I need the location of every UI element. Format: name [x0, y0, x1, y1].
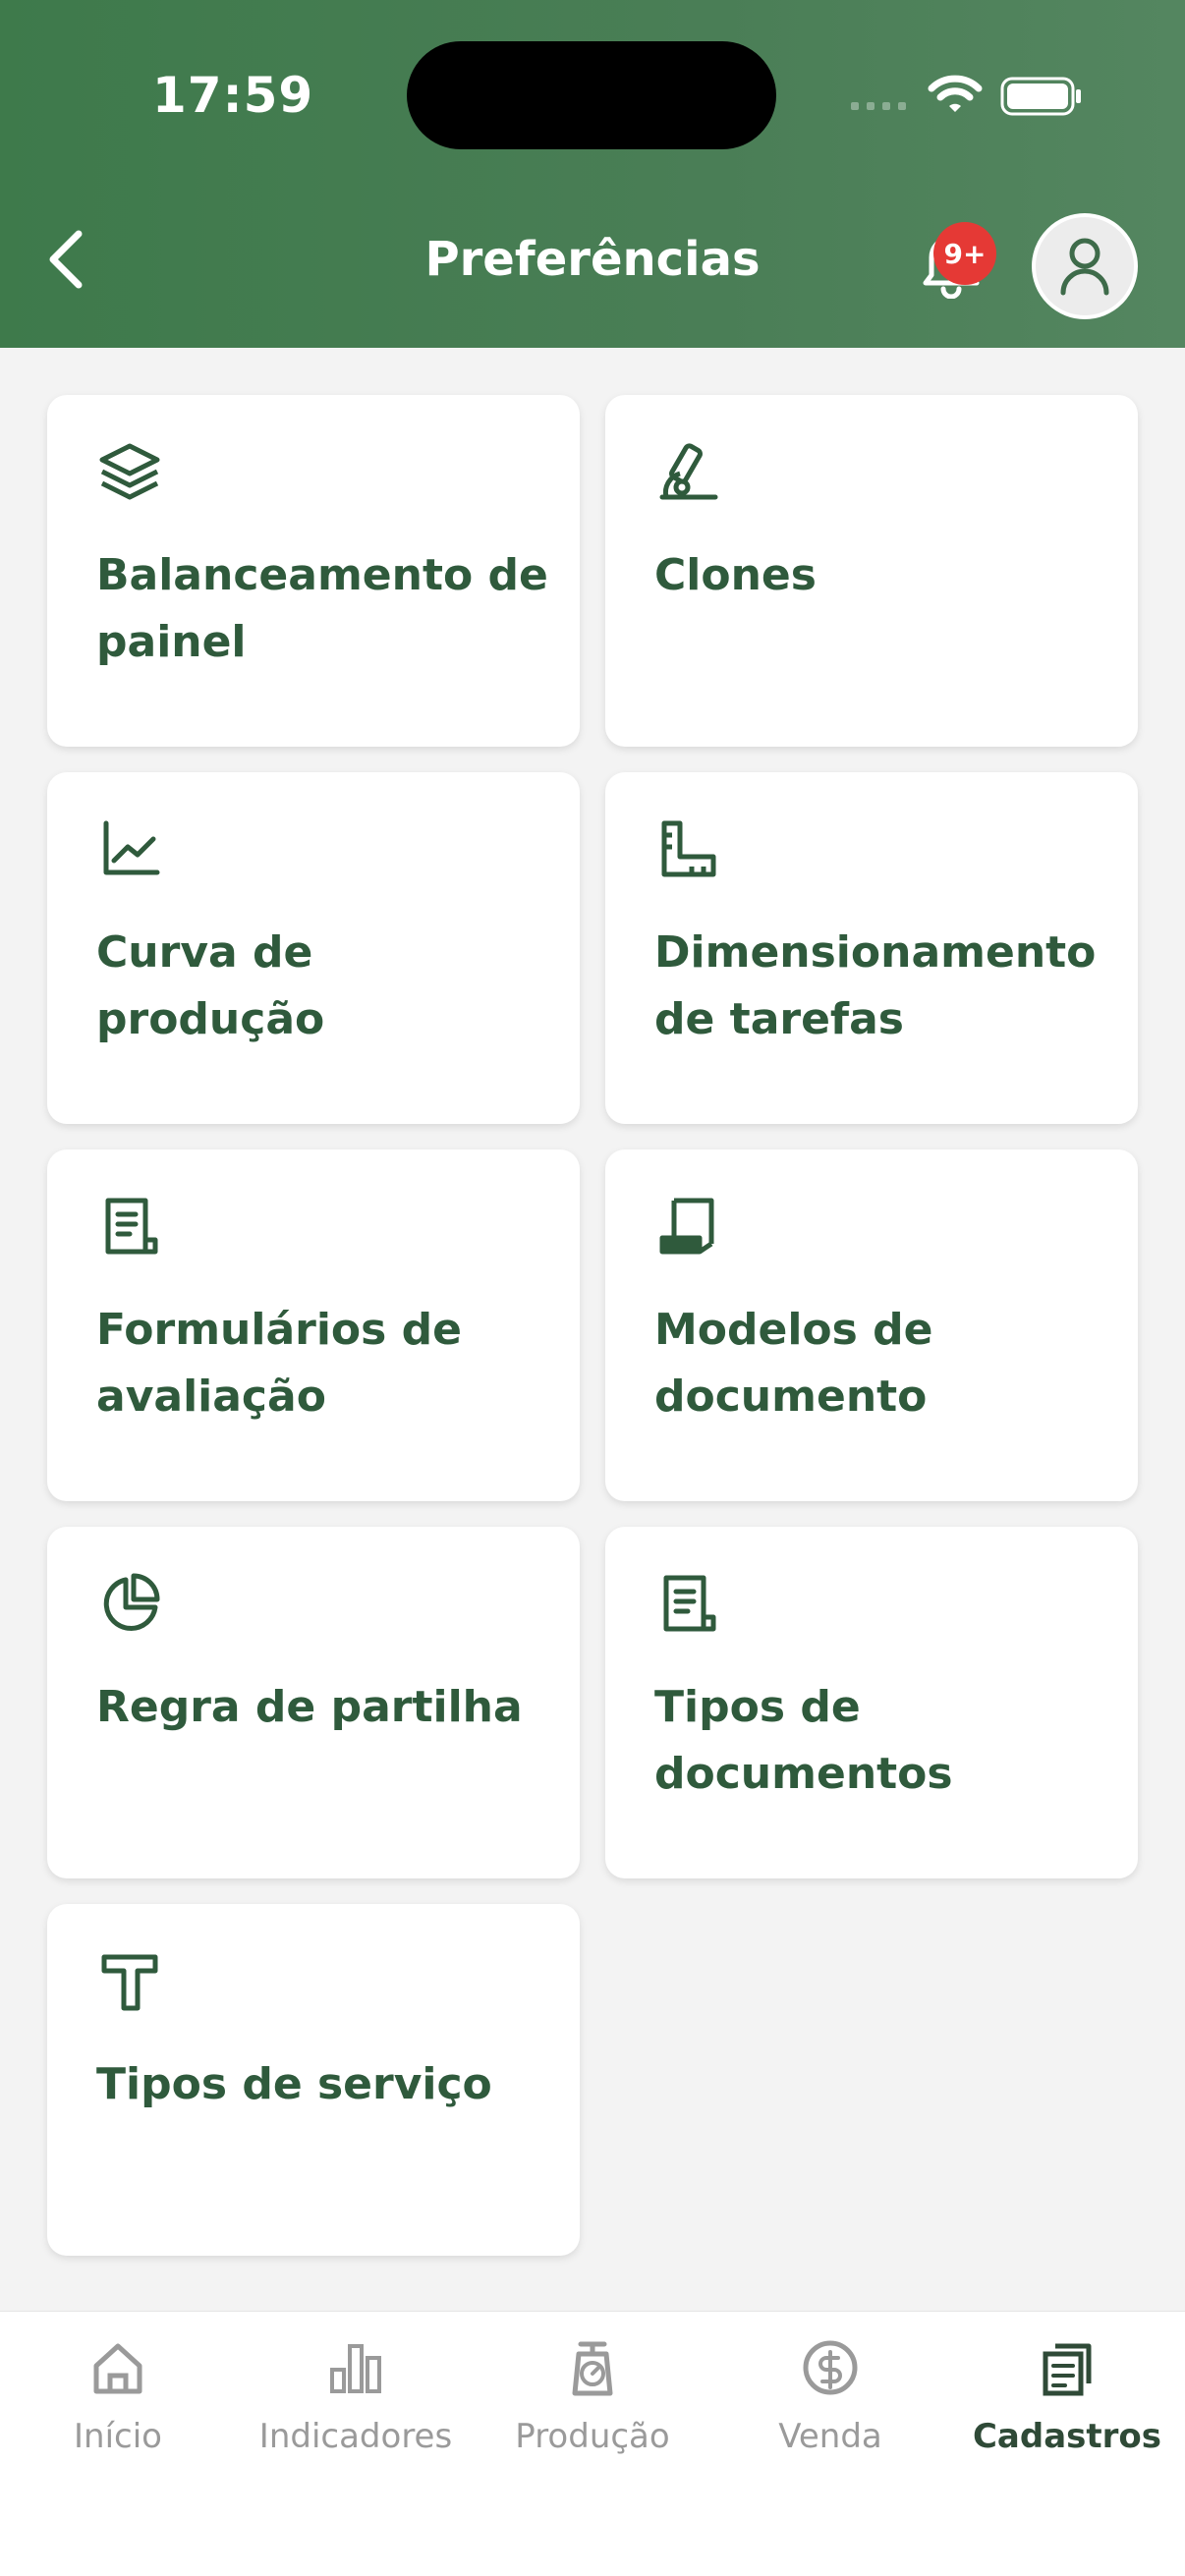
- card-tipos-de-servico[interactable]: Tipos de serviço: [47, 1904, 580, 2256]
- avatar[interactable]: [1032, 213, 1138, 319]
- hammer-icon: [101, 1954, 158, 2011]
- notification-badge: 9+: [933, 222, 996, 285]
- page-title: Preferências: [424, 232, 761, 287]
- card-label: Tipos de serviço: [96, 2059, 492, 2109]
- documents-icon: [1043, 2343, 1092, 2396]
- wifi-icon: [928, 75, 983, 112]
- battery-icon: [1000, 77, 1081, 116]
- microscope-icon: [659, 443, 718, 500]
- nav-label: Cadastros: [972, 2417, 1162, 2456]
- dynamic-island: [407, 41, 776, 149]
- card-label: Formulários de avaliação: [96, 1305, 463, 1422]
- nav-label: Venda: [778, 2417, 882, 2456]
- card-regra-de-partilha[interactable]: Regra de partilha: [47, 1527, 580, 1878]
- nav-item-producao[interactable]: Produção: [480, 2328, 705, 2476]
- scroll-icon: [659, 1198, 714, 1255]
- card-label: Dimensionamento de tarefas: [654, 927, 1097, 1044]
- card-balanceamento-de-painel[interactable]: Balanceamento de painel: [47, 395, 580, 747]
- chart-line-icon: [103, 820, 160, 875]
- bar-chart-icon: [330, 2344, 381, 2393]
- card-tipos-de-documentos[interactable]: Tipos de documentos: [605, 1527, 1138, 1878]
- nav-item-indicadores[interactable]: Indicadores: [243, 2328, 469, 2476]
- dollar-icon: [803, 2340, 858, 2395]
- card-dimensionamento-de-tarefas[interactable]: Dimensionamento de tarefas: [605, 772, 1138, 1124]
- app-screen: 17:59 Preferências 9+ Balanceamento de p…: [0, 0, 1185, 2576]
- card-label: Clones: [654, 550, 817, 600]
- layers-icon: [99, 443, 160, 500]
- card-label: Regra de partilha: [96, 1682, 523, 1732]
- nav-item-venda[interactable]: Venda: [717, 2328, 943, 2476]
- nav-label: Indicadores: [258, 2417, 453, 2456]
- user-icon: [1060, 238, 1109, 296]
- status-time: 17:59: [152, 67, 314, 124]
- header: 17:59 Preferências 9+: [0, 0, 1185, 348]
- pie-chart-icon: [103, 1573, 160, 1631]
- card-label: Modelos de documento: [654, 1305, 933, 1422]
- document-icon: [663, 1575, 716, 1632]
- ruler-icon: [661, 820, 716, 877]
- nav-item-cadastros[interactable]: Cadastros: [954, 2328, 1180, 2476]
- form-icon: [105, 1198, 158, 1255]
- card-curva-de-producao[interactable]: Curva de produção: [47, 772, 580, 1124]
- card-formularios-de-avaliacao[interactable]: Formulários de avaliação: [47, 1149, 580, 1501]
- nav-item-inicio[interactable]: Início: [5, 2328, 231, 2476]
- nav-label: Produção: [515, 2417, 670, 2456]
- nav-label: Início: [74, 2417, 162, 2456]
- cellular-signal-icon: [851, 102, 906, 110]
- home-icon: [93, 2343, 142, 2394]
- card-label: Tipos de documentos: [654, 1682, 953, 1799]
- scale-icon: [572, 2341, 613, 2396]
- card-modelos-de-documento[interactable]: Modelos de documento: [605, 1149, 1138, 1501]
- card-clones[interactable]: Clones: [605, 395, 1138, 747]
- card-label: Curva de produção: [96, 927, 325, 1044]
- card-label: Balanceamento de painel: [96, 550, 548, 667]
